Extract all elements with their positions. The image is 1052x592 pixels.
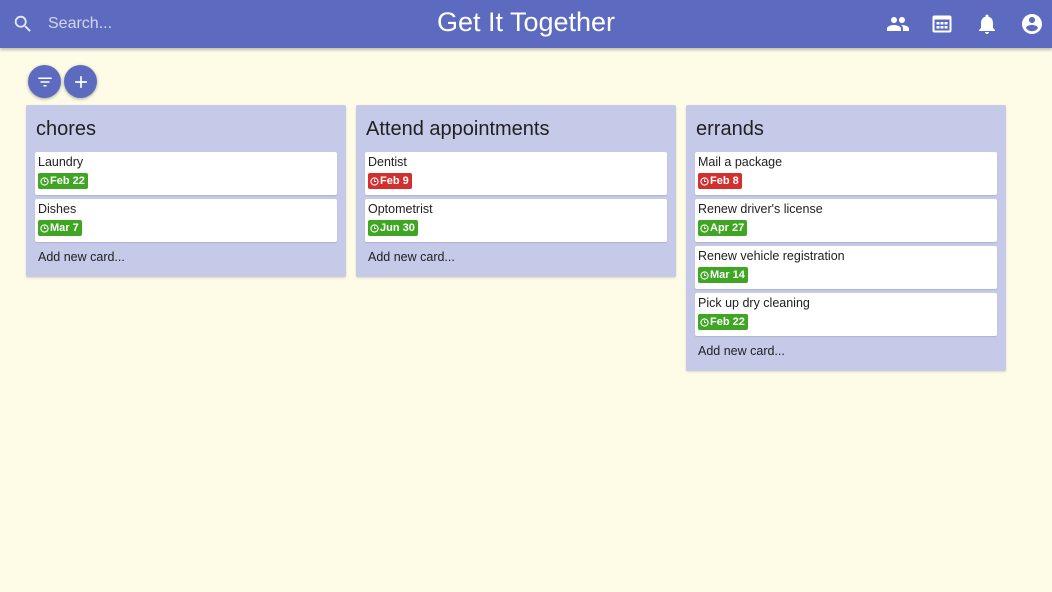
add-list-button[interactable] [64,65,97,98]
due-date: Feb 22 [710,316,745,328]
card[interactable]: Dentist Feb 9 [365,152,667,195]
clock-icon [700,176,709,186]
due-date-badge: Feb 22 [698,314,748,330]
clock-icon [700,270,709,280]
card[interactable]: Renew vehicle registration Mar 14 [695,246,997,289]
card[interactable]: Laundry Feb 22 [35,152,337,195]
account-icon[interactable] [1020,12,1044,36]
due-date: Mar 14 [710,269,745,281]
due-date-badge: Mar 14 [698,267,748,283]
card[interactable]: Mail a package Feb 8 [695,152,997,195]
card-title: Renew driver's license [698,202,823,216]
card[interactable]: Dishes Mar 7 [35,199,337,242]
card-title: Laundry [38,155,84,169]
clock-icon [370,223,379,233]
list-title[interactable]: Attend appointments [365,105,667,152]
card[interactable]: Pick up dry cleaning Feb 22 [695,293,997,336]
add-card-button[interactable]: Add new card... [35,246,337,270]
clock-icon [40,223,49,233]
due-date: Feb 9 [380,175,409,187]
search-input[interactable] [48,10,248,38]
bell-icon[interactable] [975,12,999,36]
list-title[interactable]: chores [35,105,337,152]
due-date: Feb 8 [710,175,739,187]
due-date: Mar 7 [50,222,79,234]
search-icon[interactable] [12,13,34,35]
card[interactable]: Optometrist Jun 30 [365,199,667,242]
card-title: Dishes [38,202,77,216]
card-title: Dentist [368,155,407,169]
card-title: Mail a package [698,155,783,169]
add-card-button[interactable]: Add new card... [365,246,667,270]
due-date: Feb 22 [50,175,85,187]
card-title: Optometrist [368,202,433,216]
due-date-badge: Apr 27 [698,220,748,236]
list-title[interactable]: errands [695,105,997,152]
app-header: Get It Together [0,0,1052,48]
due-date-badge: Jun 30 [368,220,418,236]
card[interactable]: Renew driver's license Apr 27 [695,199,997,242]
clock-icon [40,176,49,186]
filter-button[interactable] [28,65,61,98]
plus-icon [74,75,87,88]
add-card-button[interactable]: Add new card... [695,340,997,364]
due-date-badge: Feb 22 [38,173,88,189]
filter-icon [37,77,52,86]
clock-icon [370,176,379,186]
due-date-badge: Mar 7 [38,220,82,236]
due-date-badge: Feb 9 [368,173,412,189]
due-date: Jun 30 [380,222,415,234]
list-errands: errands Mail a package Feb 8 Renew drive… [686,105,1006,371]
due-date-badge: Feb 8 [698,173,742,189]
list-attend-appointments: Attend appointments Dentist Feb 9 Optome… [356,105,676,277]
list-chores: chores Laundry Feb 22 Dishes Mar 7 Add n… [26,105,346,277]
card-title: Pick up dry cleaning [698,296,810,310]
card-title: Renew vehicle registration [698,249,845,263]
due-date: Apr 27 [710,222,745,234]
calendar-icon[interactable] [930,12,954,36]
clock-icon [700,223,709,233]
people-icon[interactable] [886,12,910,36]
clock-icon [700,317,709,327]
